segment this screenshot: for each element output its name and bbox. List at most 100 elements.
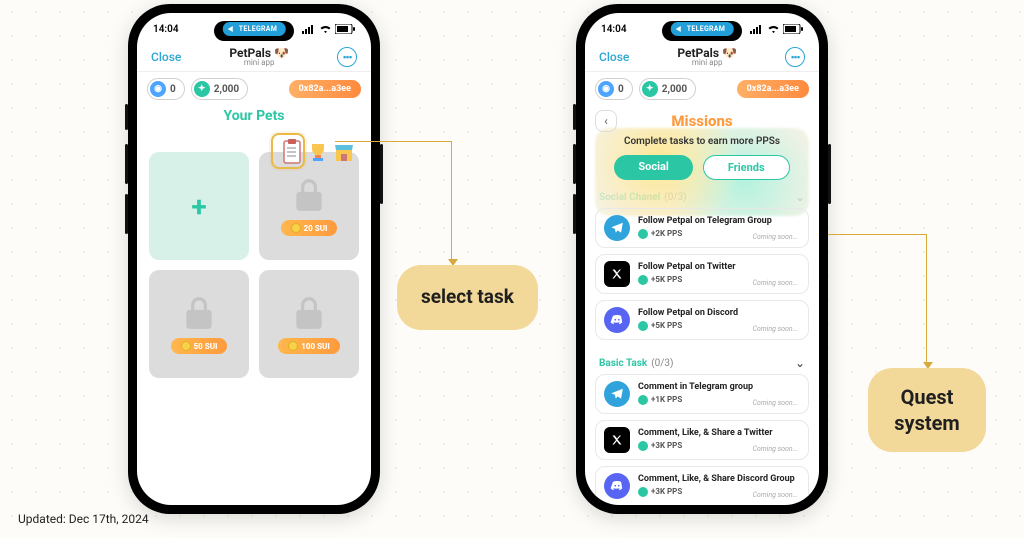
balance-pps[interactable]: ✦ 2,000 (191, 78, 248, 100)
pet-slot-locked-2[interactable]: 50 SUI (149, 270, 249, 378)
task-status: Coming soon... (752, 279, 798, 287)
discord-icon (604, 307, 630, 333)
phone-mute-switch (573, 104, 576, 130)
task-card[interactable]: Follow Petpal on Telegram Group +2K PPS … (595, 208, 809, 248)
task-status: Coming soon... (752, 491, 798, 499)
pps-coin-icon: ✦ (642, 81, 658, 97)
telegram-pill: TELEGRAM (671, 22, 734, 36)
signal-icon (302, 24, 316, 34)
balance-pps-value: 2,000 (662, 84, 687, 95)
balance-row: ◉0 ✦ 2,000 0x82a...a3ee (585, 72, 819, 106)
balance-pps[interactable]: ✦ 2,000 (639, 78, 696, 100)
signal-icon (750, 24, 764, 34)
tasks-button[interactable] (281, 139, 303, 165)
dog-face-icon: 🐶 (722, 47, 737, 59)
twitter-x-icon (604, 261, 630, 287)
shop-icon (333, 141, 355, 163)
dog-face-icon: 🐶 (274, 47, 289, 59)
callout-line-2: system (894, 411, 960, 435)
task-title: Follow Petpal on Telegram Group (638, 217, 800, 227)
balance-pps-value: 2,000 (214, 84, 239, 95)
chevron-down-icon: ⌄ (795, 356, 805, 370)
discord-icon (604, 473, 630, 499)
task-title: Follow Petpal on Twitter (638, 263, 800, 273)
pet-slot-locked-1[interactable]: 20 SUI (259, 152, 359, 260)
telegram-icon (604, 381, 630, 407)
plus-icon: + (191, 190, 206, 223)
screen-missions: TELEGRAM 14:04 Close PetPals🐶 mini app •… (585, 13, 819, 505)
telegram-icon (604, 215, 630, 241)
task-card[interactable]: Follow Petpal on Discord +5K PPS Coming … (595, 300, 809, 340)
app-title-group: PetPals🐶 mini app (229, 47, 289, 67)
trophy-icon (307, 141, 329, 163)
tab-social[interactable]: Social (614, 155, 692, 180)
balance-sui-value: 0 (170, 84, 176, 95)
phone-power-button (828, 144, 831, 204)
phone-volume-down (573, 194, 576, 234)
phone-volume-up (125, 144, 128, 184)
task-card[interactable]: Follow Petpal on Twitter +5K PPS Coming … (595, 254, 809, 294)
callout-select-task: select task (397, 265, 538, 330)
pet-slot-add[interactable]: + (149, 152, 249, 260)
unlock-cost: 20 SUI (281, 220, 338, 236)
sui-coin-icon: ◉ (150, 81, 166, 97)
balance-row: ◉0 ✦2,000 0x82a...a3ee (137, 72, 371, 106)
task-title: Comment, Like, & Share a Twitter (638, 429, 800, 439)
phone-mute-switch (125, 104, 128, 130)
wifi-icon (767, 24, 780, 34)
task-card[interactable]: Comment, Like, & Share a Twitter +3K PPS… (595, 420, 809, 460)
missions-tabs: Social Friends (585, 155, 819, 180)
lock-icon (290, 176, 328, 214)
battery-icon (335, 24, 355, 34)
balance-sui[interactable]: ◉0 (595, 78, 633, 100)
missions-subtitle: Complete tasks to earn more PPSs (585, 136, 819, 147)
phone-volume-up (573, 144, 576, 184)
action-icon-strip (281, 139, 355, 165)
task-card[interactable]: Comment in Telegram group +1K PPS Coming… (595, 374, 809, 414)
task-title: Comment, Like, & Share Discord Group (638, 475, 800, 485)
shop-button[interactable] (333, 139, 355, 165)
section-header-basic[interactable]: Basic Task (0/3) ⌄ (585, 346, 819, 374)
unlock-cost: 100 SUI (278, 338, 339, 354)
phone-volume-down (125, 194, 128, 234)
app-header: Close PetPals🐶 mini app ••• (137, 45, 371, 72)
leaderboard-button[interactable] (307, 139, 329, 165)
menu-button[interactable]: ••• (337, 47, 357, 67)
phone-missions: TELEGRAM 14:04 Close PetPals🐶 mini app •… (576, 4, 828, 514)
section-label: Basic Task (599, 358, 647, 369)
wallet-address-pill[interactable]: 0x82a...a3ee (289, 80, 361, 98)
pet-slot-locked-3[interactable]: 100 SUI (259, 270, 359, 378)
menu-button[interactable]: ••• (785, 47, 805, 67)
task-title: Follow Petpal on Discord (638, 309, 800, 319)
task-status: Coming soon... (752, 445, 798, 453)
task-card[interactable]: Comment, Like, & Share Discord Group +3K… (595, 466, 809, 505)
pps-coin-icon: ✦ (194, 81, 210, 97)
status-indicators (750, 24, 803, 34)
unlock-cost: 50 SUI (171, 338, 228, 354)
callout-line-1: Quest (901, 385, 954, 409)
balance-sui[interactable]: ◉0 (147, 78, 185, 100)
wallet-address-pill[interactable]: 0x82a...a3ee (737, 80, 809, 98)
balance-sui-value: 0 (618, 84, 624, 95)
close-button[interactable]: Close (151, 50, 181, 64)
battery-icon (783, 24, 803, 34)
telegram-pill: TELEGRAM (223, 22, 286, 36)
callout-quest-system: Quest system (868, 368, 986, 452)
task-status: Coming soon... (752, 233, 798, 241)
missions-title: Missions (585, 112, 819, 130)
wifi-icon (319, 24, 332, 34)
status-indicators (302, 24, 355, 34)
arrow-connector (926, 234, 927, 364)
app-header: Close PetPals🐶 mini app ••• (585, 45, 819, 72)
section-title-your-pets: Your Pets (137, 108, 371, 124)
task-list-basic: Comment in Telegram group +1K PPS Coming… (585, 374, 819, 505)
clipboard-icon (281, 139, 303, 165)
app-title-group: PetPals🐶 mini app (677, 47, 737, 67)
arrow-connector (828, 234, 926, 235)
close-button[interactable]: Close (599, 50, 629, 64)
twitter-x-icon (604, 427, 630, 453)
phone-power-button (380, 144, 383, 204)
status-time: 14:04 (601, 24, 627, 35)
tab-friends[interactable]: Friends (703, 155, 790, 180)
app-subtitle: mini app (677, 59, 737, 67)
